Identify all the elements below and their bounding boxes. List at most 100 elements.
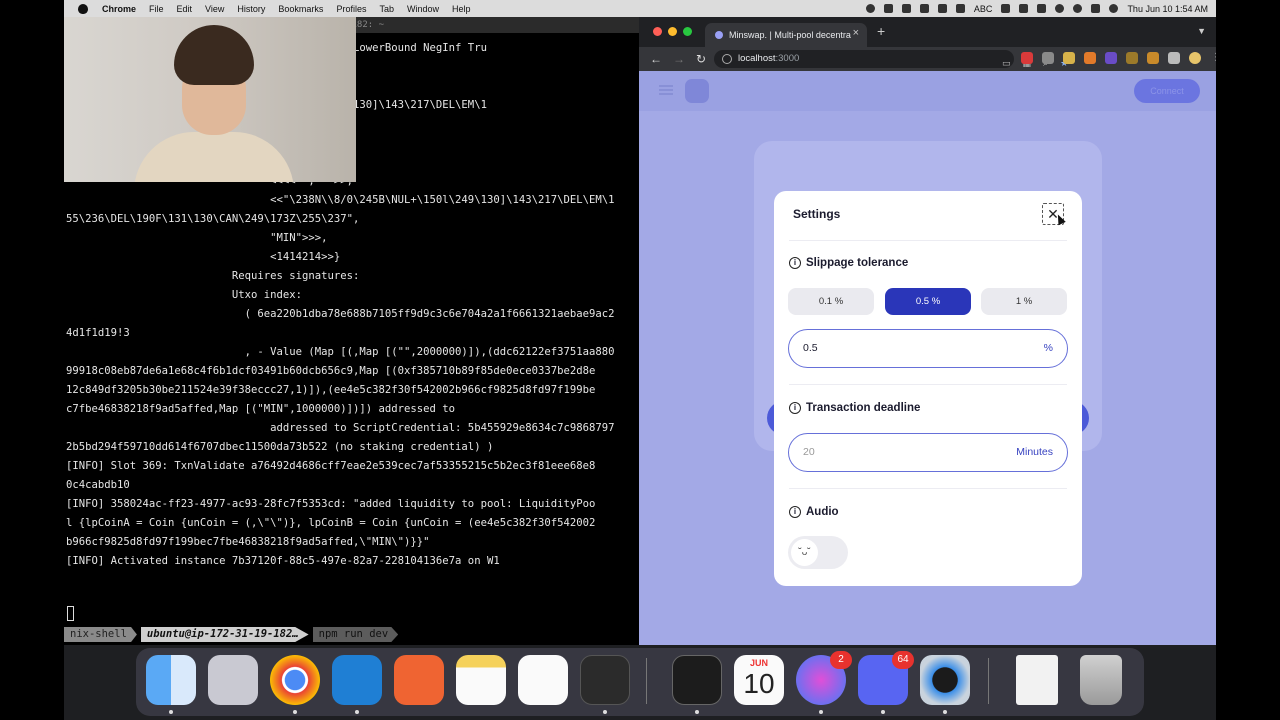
tab-search-icon[interactable]: ▼ xyxy=(1197,26,1206,36)
tmux-window-ubuntu[interactable]: ubuntu@ip-172-31-19-182… xyxy=(140,627,309,642)
terminal-line: 55\236\DEL\190F\131\130\CAN\249\173Z\255… xyxy=(66,213,360,225)
menu-profiles[interactable]: Profiles xyxy=(336,4,366,14)
back-icon[interactable]: ← xyxy=(650,52,662,66)
menu-app-name[interactable]: Chrome xyxy=(102,4,136,14)
control-center-icon[interactable] xyxy=(1091,4,1101,13)
calendar-icon[interactable]: JUN 10 xyxy=(734,655,784,705)
window-close-icon[interactable] xyxy=(653,27,662,36)
tmux-window-npm[interactable]: npm run dev xyxy=(312,627,399,642)
slippage-section-title: i Slippage tolerance xyxy=(789,257,908,269)
extension-red-icon[interactable] xyxy=(1021,52,1033,64)
extension-purple-icon[interactable] xyxy=(1105,52,1117,64)
spotlight-icon[interactable] xyxy=(1073,4,1083,13)
window-minimize-icon[interactable] xyxy=(668,27,677,36)
terminal-line: 4d1f1d19!3 xyxy=(66,327,130,339)
deadline-title-text: Transaction deadline xyxy=(806,402,921,414)
deadline-section-title: i Transaction deadline xyxy=(789,402,920,414)
extension-orange-icon[interactable] xyxy=(1147,52,1159,64)
divider xyxy=(789,240,1067,241)
discord-badge: 64 xyxy=(892,651,914,669)
screen-icon[interactable] xyxy=(919,4,929,13)
window-zoom-icon[interactable] xyxy=(683,27,692,36)
terminal-line: ( 6ea220b1dba78e688b7105ff9d9c3c6e704a2a… xyxy=(66,308,615,320)
menu-help[interactable]: Help xyxy=(452,4,471,14)
new-tab-icon[interactable]: + xyxy=(877,23,885,39)
deadline-input[interactable]: 20 Minutes xyxy=(788,433,1068,472)
menu-file[interactable]: File xyxy=(149,4,164,14)
notes-icon[interactable] xyxy=(456,655,506,705)
record-icon[interactable] xyxy=(865,4,875,13)
cat-face-icon: ˘ᴗ˘ xyxy=(791,539,818,566)
postman-icon[interactable] xyxy=(394,655,444,705)
menu-extras: ABC Thu Jun 10 1:54 AM xyxy=(865,0,1208,17)
info-icon[interactable]: i xyxy=(789,402,801,414)
terminal-app-icon[interactable] xyxy=(580,655,630,705)
finder-icon[interactable] xyxy=(146,655,196,705)
slippage-input[interactable]: 0.5 % xyxy=(788,329,1068,368)
divider xyxy=(789,488,1067,489)
battery-icon[interactable] xyxy=(1037,4,1047,13)
extensions-puzzle-icon[interactable] xyxy=(1168,52,1180,64)
reminders-icon[interactable] xyxy=(518,655,568,705)
cast-icon[interactable]: ▭ xyxy=(1002,54,1011,72)
document-thumbnail-icon[interactable] xyxy=(1016,655,1058,705)
menu-history[interactable]: History xyxy=(237,4,265,14)
minswap-page: Connect Settings ✕ i Slippage tolerance … xyxy=(639,71,1216,645)
reload-icon[interactable]: ↻ xyxy=(696,52,708,66)
input-icon[interactable] xyxy=(901,4,911,13)
terminal-line: 0c4cabdb10 xyxy=(66,479,130,491)
trash-icon[interactable] xyxy=(1080,655,1122,705)
input-source-label[interactable]: ABC xyxy=(974,4,993,14)
menu-clock[interactable]: Thu Jun 10 1:54 AM xyxy=(1127,4,1208,14)
metamask-icon[interactable] xyxy=(1084,52,1096,64)
menu-bookmarks[interactable]: Bookmarks xyxy=(278,4,323,14)
extension-yellow-icon[interactable] xyxy=(1063,52,1075,64)
menu-tab[interactable]: Tab xyxy=(379,4,394,14)
info-icon[interactable]: i xyxy=(789,506,801,518)
volume-icon[interactable] xyxy=(1001,4,1011,13)
clipboard-icon[interactable] xyxy=(937,4,947,13)
chrome-icon[interactable] xyxy=(270,655,320,705)
siri-icon[interactable] xyxy=(1109,4,1119,13)
chrome-menu-icon[interactable]: ⋮ xyxy=(1210,52,1216,64)
dock: JUN 10 2 64 xyxy=(136,648,1144,716)
tmux-window-nix-shell[interactable]: nix-shell xyxy=(64,627,137,642)
site-info-icon[interactable] xyxy=(722,54,732,64)
terminal-line: [INFO] Slot 369: TxnValidate a76492d4686… xyxy=(66,460,596,472)
desktop: Chrome File Edit View History Bookmarks … xyxy=(64,0,1216,720)
minswap-logo-icon[interactable] xyxy=(685,79,709,103)
hamburger-menu-icon[interactable] xyxy=(659,85,673,95)
slippage-option-0-1[interactable]: 0.1 % xyxy=(788,288,874,315)
apple-icon[interactable] xyxy=(78,3,88,14)
settings-modal: Settings ✕ i Slippage tolerance 0.1 % 0.… xyxy=(774,191,1082,586)
terminal-line: 99918c08eb87de6a1e68c4f6b1dcf03491b60dcb… xyxy=(66,365,596,377)
address-bar[interactable]: localhost:3000 ▭ ▦ ⌕ ★ xyxy=(714,50,1068,68)
activity-monitor-icon[interactable] xyxy=(672,655,722,705)
keyboard-icon[interactable] xyxy=(955,4,965,13)
extension-gray-icon[interactable] xyxy=(1042,52,1054,64)
tab-close-icon[interactable]: × xyxy=(853,27,859,39)
bluetooth-icon[interactable] xyxy=(1019,4,1029,13)
slippage-option-0-5[interactable]: 0.5 % xyxy=(885,288,971,315)
slippage-option-1[interactable]: 1 % xyxy=(981,288,1067,315)
launchpad-icon[interactable] xyxy=(208,655,258,705)
terminal-line: 12c849df3205b30be211524e39f38eccc27,1)])… xyxy=(66,384,596,396)
audio-toggle[interactable]: ˘ᴗ˘ xyxy=(788,536,848,569)
wifi-icon[interactable] xyxy=(1055,4,1065,13)
connect-wallet-button[interactable]: Connect xyxy=(1134,79,1200,103)
app-tray-icon[interactable] xyxy=(883,4,893,13)
vscode-icon[interactable] xyxy=(332,655,382,705)
divider xyxy=(789,384,1067,385)
menu-view[interactable]: View xyxy=(205,4,224,14)
forward-icon[interactable]: → xyxy=(673,52,685,66)
info-icon[interactable]: i xyxy=(789,257,801,269)
terminal-line: , - Value (Map [(,Map [("",2000000)]),(d… xyxy=(66,346,615,358)
menu-edit[interactable]: Edit xyxy=(177,4,193,14)
menu-window[interactable]: Window xyxy=(407,4,439,14)
profile-avatar-icon[interactable] xyxy=(1189,52,1201,64)
extension-brown-icon[interactable] xyxy=(1126,52,1138,64)
messenger-badge: 2 xyxy=(830,651,852,669)
quicktime-icon[interactable] xyxy=(920,655,970,705)
url-port: :3000 xyxy=(775,53,800,64)
browser-tab-minswap[interactable]: Minswap. | Multi-pool decentra × xyxy=(705,23,867,47)
